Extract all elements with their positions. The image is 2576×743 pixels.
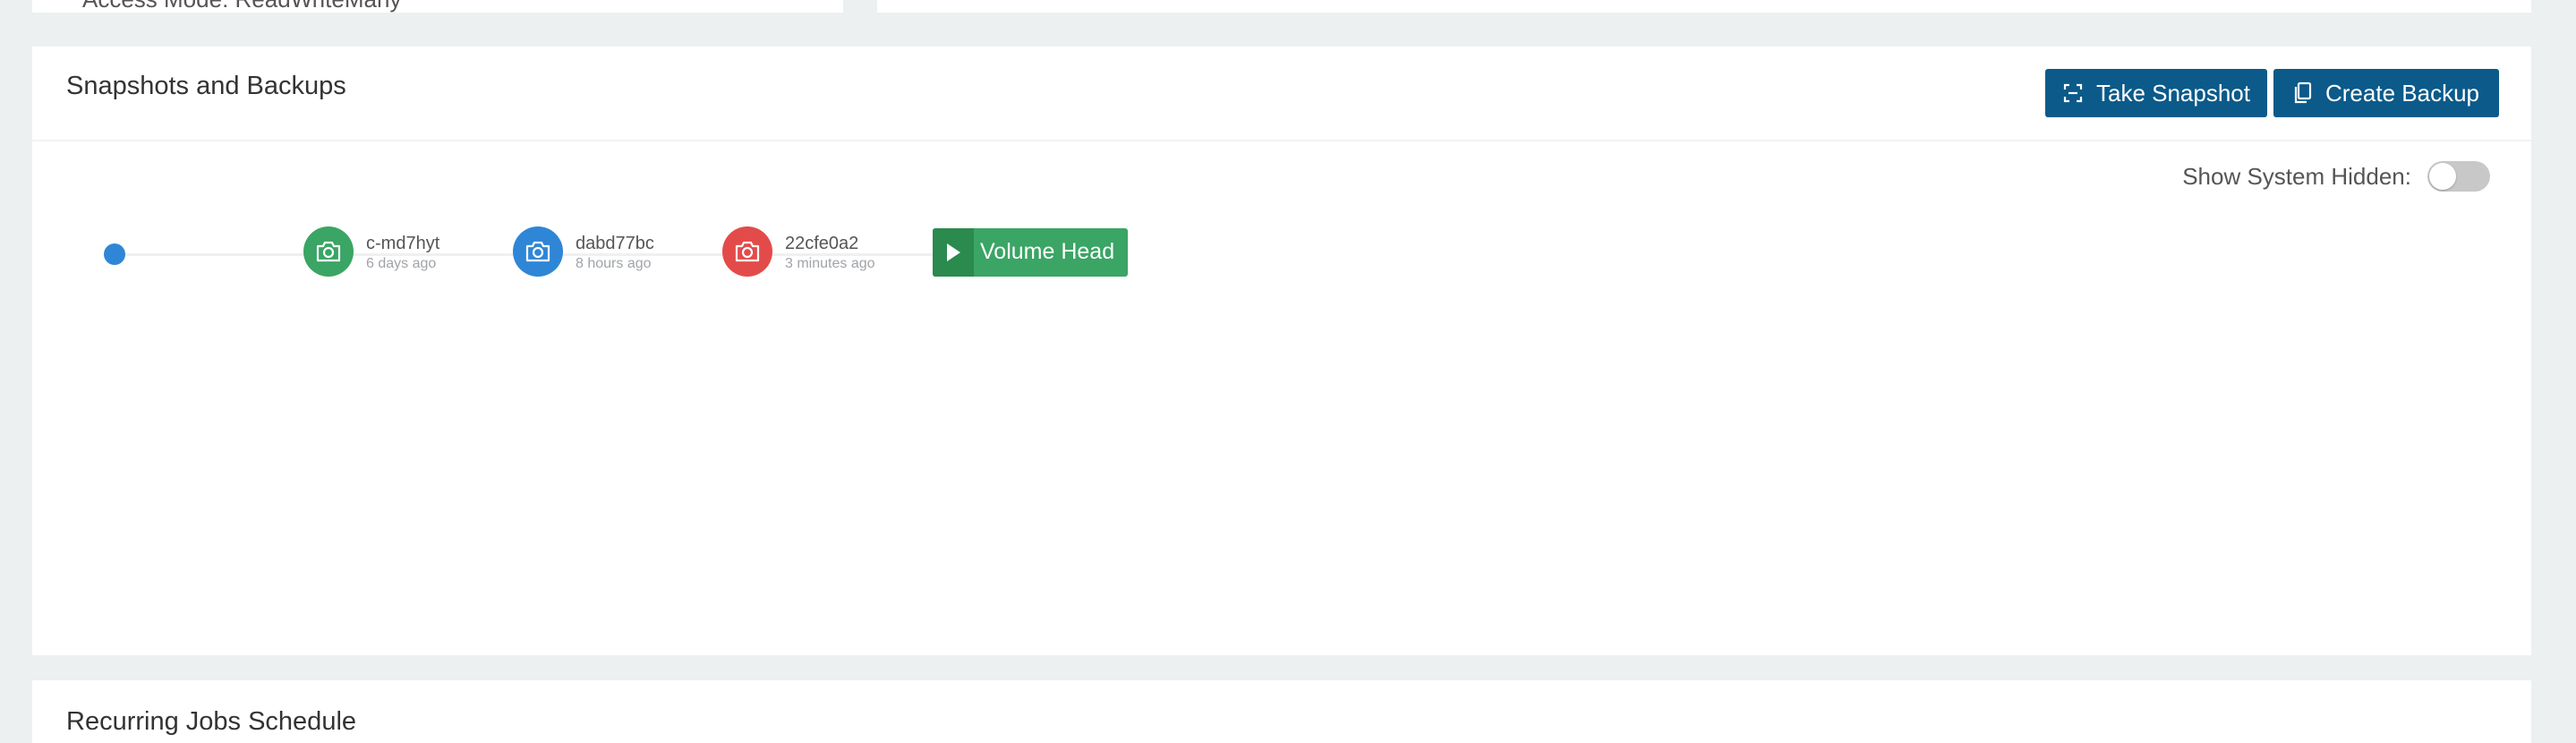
snapshot-time: 8 hours ago — [576, 256, 652, 271]
snapshot-time: 3 minutes ago — [785, 256, 875, 271]
section-title: Snapshots and Backups — [66, 72, 346, 100]
card-header: Snapshots and Backups Take Snapshot Crea… — [32, 47, 2531, 141]
take-snapshot-button[interactable]: Take Snapshot — [2045, 69, 2267, 117]
recurring-jobs-card: Recurring Jobs Schedule — [32, 680, 2531, 743]
show-system-hidden-label: Show System Hidden: — [2182, 162, 2411, 190]
camera-icon[interactable] — [722, 226, 772, 277]
snapshot-name: c-md7hyt — [366, 234, 440, 253]
show-system-hidden-toggle[interactable] — [2427, 161, 2490, 192]
snapshot-name: dabd77bc — [576, 234, 654, 253]
camera-icon[interactable] — [303, 226, 354, 277]
snapshot-name: 22cfe0a2 — [785, 234, 859, 253]
play-icon — [933, 228, 974, 277]
volume-head-label: Volume Head — [980, 239, 1115, 264]
volume-details-card: Access Mode: ReadWriteMany — [32, 0, 843, 13]
create-backup-label: Create Backup — [2325, 79, 2479, 107]
create-backup-button[interactable]: Create Backup — [2273, 69, 2499, 117]
snapshot-frame-icon — [2062, 82, 2084, 104]
snapshots-and-backups-card: Snapshots and Backups Take Snapshot Crea… — [32, 47, 2531, 655]
camera-icon[interactable] — [513, 226, 563, 277]
snapshot-time: 6 days ago — [366, 256, 437, 271]
take-snapshot-label: Take Snapshot — [2095, 79, 2250, 107]
toggle-knob — [2429, 163, 2456, 190]
copy-icon — [2293, 81, 2313, 105]
recurring-jobs-title: Recurring Jobs Schedule — [66, 707, 357, 736]
timeline-start-dot — [104, 243, 125, 265]
volume-head-node[interactable]: Volume Head — [933, 228, 1128, 277]
show-system-hidden-row: Show System Hidden: — [2182, 161, 2490, 192]
volume-events-card — [877, 0, 2531, 13]
access-mode-text: Access Mode: ReadWriteMany — [82, 0, 401, 13]
